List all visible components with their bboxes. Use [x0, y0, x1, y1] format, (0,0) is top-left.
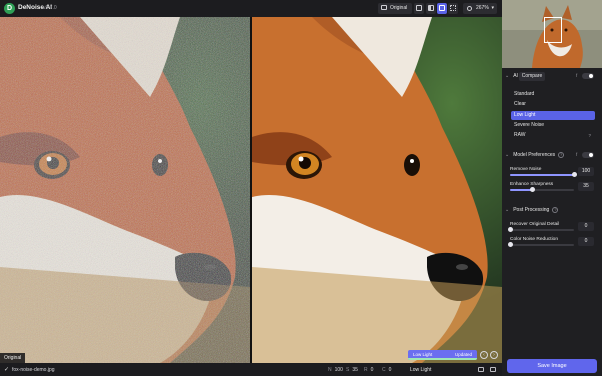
help-icon[interactable]: ? [552, 207, 559, 213]
original-toggle-label: Original [390, 5, 408, 11]
split-view-icon [428, 5, 434, 11]
model-option-severe-noise[interactable]: Severe Noise [511, 121, 595, 130]
remove-noise-slider[interactable] [510, 172, 577, 177]
single-view-button[interactable] [414, 3, 424, 14]
color-noise-slider[interactable] [508, 242, 574, 247]
enhance-sharpness-slider[interactable] [510, 187, 574, 192]
original-pane-tag: Original [0, 353, 26, 363]
stat-recover: R0 [364, 367, 373, 373]
compare-button[interactable]: Compare [519, 72, 545, 81]
model-option-standard[interactable]: Standard [511, 90, 595, 99]
model-option-raw-label: RAW [514, 132, 526, 138]
model-progress-bar [408, 358, 477, 360]
stat-value: 0 [388, 367, 392, 373]
slider-thumb[interactable] [572, 172, 577, 177]
help-icon[interactable]: ? [558, 152, 565, 158]
stat-noise: N 100 [328, 367, 343, 373]
toggle-knob [589, 153, 593, 157]
navigator-thumbnail[interactable] [502, 0, 602, 68]
processed-image-pane[interactable] [252, 17, 502, 363]
side-by-side-view-button[interactable] [437, 3, 447, 14]
navigator-viewport[interactable] [544, 17, 562, 43]
save-image-button[interactable]: Save Image [507, 359, 597, 373]
model-preferences-heading[interactable]: ⌄ Model Preferences? [505, 152, 565, 158]
stat-key: N [328, 367, 332, 373]
raw-help-icon: ? [588, 133, 591, 138]
model-next-button[interactable]: › [490, 351, 498, 359]
model-status-name: Low Light [413, 352, 433, 357]
split-view-button[interactable] [426, 3, 436, 14]
stat-key: S [346, 367, 350, 373]
chevron-down-icon: ▾ [491, 5, 494, 11]
recover-detail-value[interactable]: 0 [578, 222, 594, 231]
recover-detail-label: Recover Original Detail [510, 222, 560, 227]
app-logo-icon: D [4, 3, 15, 14]
magnifier-icon [467, 6, 472, 11]
chevron-down-icon: ⌄ [505, 207, 510, 213]
compare-info: f [576, 73, 578, 78]
fox-original-image [0, 17, 250, 363]
original-image-pane[interactable] [0, 17, 250, 363]
slider-fill [510, 174, 574, 176]
enhance-sharpness-value[interactable]: 35 [578, 182, 594, 191]
auto-settings-toggle[interactable] [582, 152, 594, 158]
model-prev-button[interactable]: ‹ [480, 351, 488, 359]
side-by-side-icon [439, 5, 445, 11]
check-icon[interactable]: ✓ [4, 366, 9, 373]
image-icon [381, 5, 387, 10]
stat-value: 35 [352, 367, 358, 373]
file-name: fox-noise-demo.jpg [12, 367, 55, 373]
color-noise-value[interactable]: 0 [578, 237, 594, 246]
model-option-clear[interactable]: Clear [511, 100, 595, 109]
trash-icon[interactable] [490, 367, 496, 372]
quad-view-icon [450, 5, 456, 11]
chevron-down-icon: ⌄ [505, 152, 510, 158]
stat-sharpness: S 35 [346, 367, 358, 373]
slider-thumb[interactable] [508, 227, 513, 232]
model-status-strip: Low Light Updated [408, 350, 477, 360]
compare-toggle[interactable] [582, 73, 594, 79]
fox-denoised-image [252, 17, 502, 363]
slider-thumb[interactable] [508, 242, 513, 247]
chevron-down-icon: ⌄ [505, 73, 510, 79]
post-processing-heading[interactable]: ⌄ Post Processing? [505, 207, 559, 213]
recover-detail-slider[interactable] [508, 227, 574, 232]
model-preferences-heading-label: Model Preferences [513, 152, 556, 158]
model-preferences-info: f [576, 152, 578, 157]
model-option-raw[interactable]: RAW ? [511, 131, 595, 140]
color-noise-label: Color Noise Reduction [510, 237, 558, 242]
original-toggle-button[interactable]: Original [378, 3, 413, 14]
stat-color: C0 [382, 367, 391, 373]
remove-noise-label: Remove Noise [510, 167, 542, 172]
slider-fill [510, 189, 533, 191]
post-processing-heading-label: Post Processing [513, 207, 550, 213]
toggle-knob [589, 74, 593, 78]
single-view-icon [416, 5, 422, 11]
stat-key: C [382, 367, 386, 373]
app-version: v3.7.0 [43, 5, 57, 11]
camera-icon[interactable] [478, 367, 484, 372]
remove-noise-value[interactable]: 100 [578, 167, 594, 176]
bottom-bar: ✓ fox-noise-demo.jpg N 100 S 35 R0 C0 Low … [0, 363, 502, 376]
model-status-text: Updated [454, 352, 472, 357]
model-option-low-light[interactable]: Low Light [511, 111, 595, 120]
bottom-model-name: Low Light [410, 367, 432, 373]
quad-view-button[interactable] [448, 3, 458, 14]
zoom-control[interactable]: 267% ▾ [463, 3, 497, 14]
stat-value: 100 [334, 367, 343, 373]
image-preview[interactable]: Original [0, 17, 502, 363]
zoom-value: 267% [476, 5, 489, 11]
stat-key: R [364, 367, 368, 373]
stat-value: 0 [370, 367, 374, 373]
